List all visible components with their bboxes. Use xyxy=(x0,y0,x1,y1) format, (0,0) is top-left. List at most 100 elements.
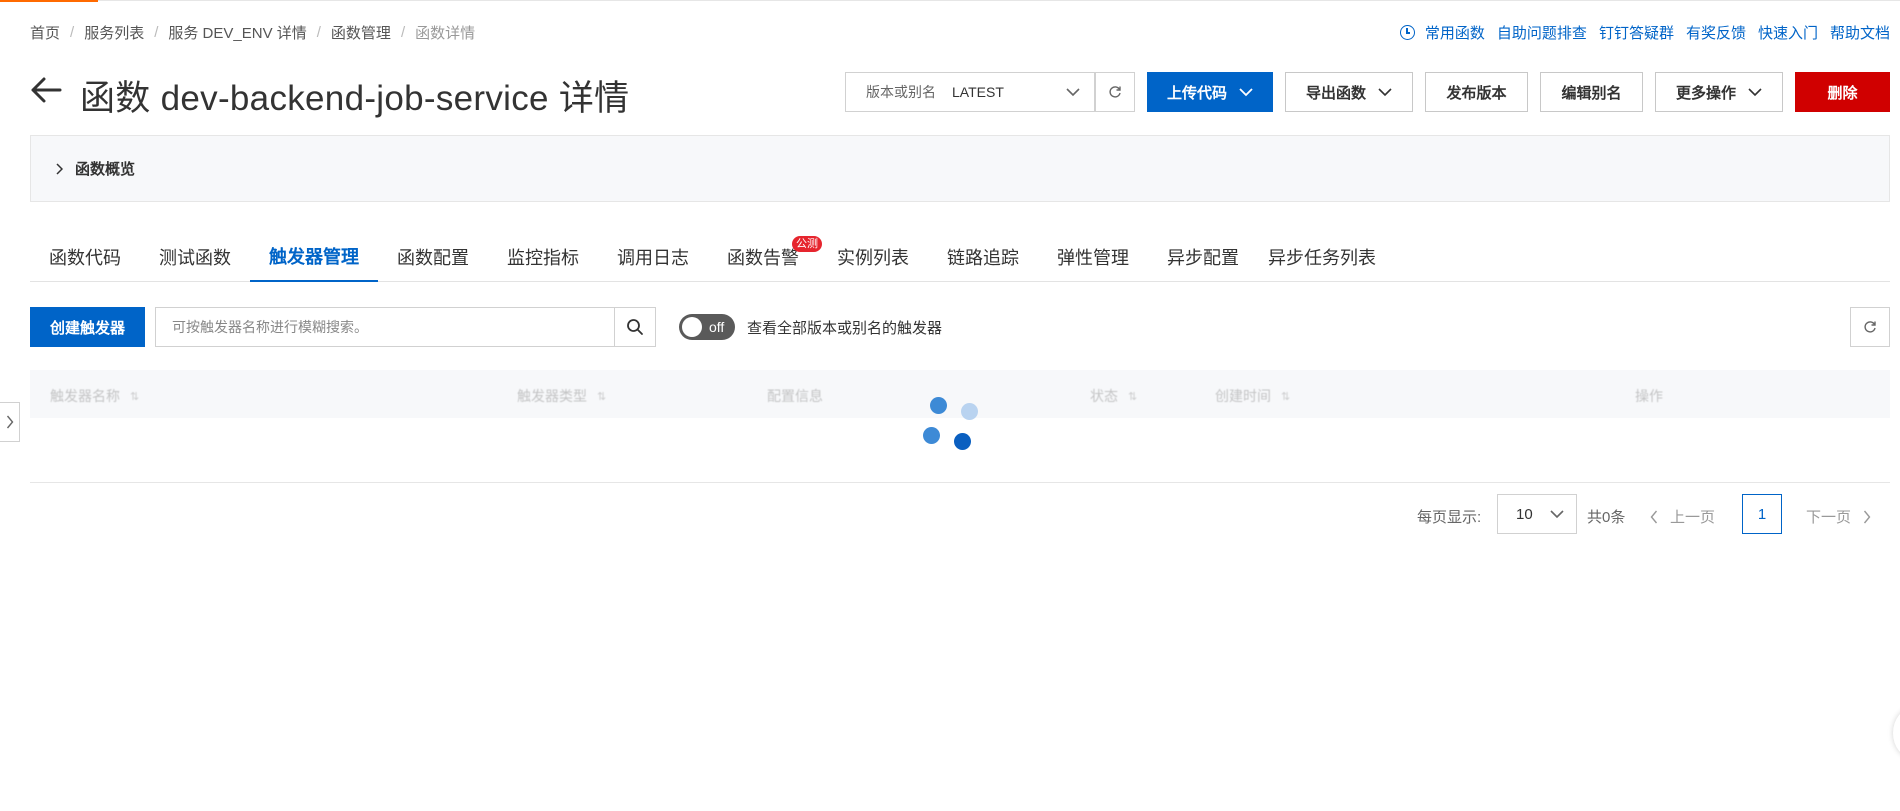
clock-icon xyxy=(1399,25,1415,40)
trigger-search-input[interactable] xyxy=(155,307,615,347)
breadcrumb: 首页 / 服务列表 / 服务 DEV_ENV 详情 / 函数管理 / 函数详情 xyxy=(30,22,475,43)
function-overview-label: 函数概览 xyxy=(75,161,136,178)
tab-monitoring-metrics[interactable]: 监控指标 xyxy=(488,232,598,282)
total-count: 共0条 xyxy=(1587,509,1626,526)
page-number-button[interactable]: 1 xyxy=(1742,494,1782,534)
tab-tracing[interactable]: 链路追踪 xyxy=(928,232,1038,282)
refresh-icon xyxy=(1109,86,1121,98)
search-icon xyxy=(627,319,643,335)
column-label: 配置信息 xyxy=(767,388,823,404)
spinner-dot xyxy=(961,403,978,420)
top-accent-bar xyxy=(0,0,98,2)
chevron-down-icon xyxy=(1066,88,1080,97)
column-trigger-name[interactable]: 触发器名称 ⇅ xyxy=(50,386,139,406)
tab-instance-list[interactable]: 实例列表 xyxy=(818,232,928,282)
export-function-button[interactable]: 导出函数 xyxy=(1285,72,1413,112)
self-troubleshoot-link[interactable]: 自助问题排查 xyxy=(1497,22,1587,43)
toggle-state-text: off xyxy=(709,319,725,335)
breadcrumb-separator: / xyxy=(400,24,406,41)
more-actions-button[interactable]: 更多操作 xyxy=(1655,72,1783,112)
column-created-time[interactable]: 创建时间 ⇅ xyxy=(1215,386,1290,406)
column-config-info: 配置信息 xyxy=(767,386,823,406)
breadcrumb-home[interactable]: 首页 xyxy=(30,22,60,43)
upload-code-button[interactable]: 上传代码 xyxy=(1147,72,1273,112)
column-label: 触发器类型 xyxy=(517,388,587,404)
chevron-down-icon xyxy=(1550,510,1564,519)
tab-bar: 函数代码 测试函数 触发器管理 函数配置 监控指标 调用日志 函数告警 公测 实… xyxy=(30,232,1890,282)
quick-start-link[interactable]: 快速入门 xyxy=(1758,22,1818,43)
column-label: 操作 xyxy=(1635,388,1663,404)
version-select-label: 版本或别名 xyxy=(866,84,936,100)
dingtalk-group-link[interactable]: 钉钉答疑群 xyxy=(1599,22,1674,43)
help-docs-link[interactable]: 帮助文档 xyxy=(1830,22,1890,43)
breadcrumb-function-management[interactable]: 函数管理 xyxy=(331,22,391,43)
prev-page-button[interactable]: 上一页 xyxy=(1650,506,1715,527)
tab-async-config[interactable]: 异步配置 xyxy=(1148,232,1258,282)
common-functions-link[interactable]: 常用函数 xyxy=(1425,22,1485,43)
tab-trigger-management[interactable]: 触发器管理 xyxy=(250,232,378,282)
next-page-label: 下一页 xyxy=(1806,509,1852,526)
help-links-bar: 常用函数 自助问题排查 钉钉答疑群 有奖反馈 快速入门 帮助文档 xyxy=(1399,22,1890,43)
chevron-left-icon xyxy=(1650,510,1658,523)
tab-function-code[interactable]: 函数代码 xyxy=(30,232,140,282)
column-label: 创建时间 xyxy=(1215,388,1271,404)
feedback-link[interactable]: 有奖反馈 xyxy=(1686,22,1746,43)
chevron-right-icon xyxy=(1863,510,1871,523)
per-page-value: 10 xyxy=(1516,505,1533,523)
toggle-knob xyxy=(682,317,702,337)
function-overview-panel[interactable]: 函数概览 xyxy=(30,135,1890,202)
chevron-down-icon xyxy=(1748,88,1762,97)
breadcrumb-separator: / xyxy=(316,24,321,41)
tab-function-config[interactable]: 函数配置 xyxy=(378,232,488,282)
upload-code-label: 上传代码 xyxy=(1166,84,1227,102)
spinner-dot xyxy=(923,427,940,444)
refresh-icon xyxy=(1864,321,1876,333)
spinner-dot xyxy=(954,433,971,450)
version-alias-select[interactable]: 版本或别名 LATEST xyxy=(845,72,1095,112)
tab-test-function[interactable]: 测试函数 xyxy=(140,232,250,282)
loading-spinner xyxy=(923,393,990,453)
tab-async-task-list[interactable]: 异步任务列表 xyxy=(1258,232,1386,282)
edit-alias-button[interactable]: 编辑别名 xyxy=(1540,72,1643,112)
tab-invocation-logs[interactable]: 调用日志 xyxy=(598,232,708,282)
per-page-label: 每页显示: xyxy=(1417,509,1482,526)
tab-elastic-management[interactable]: 弹性管理 xyxy=(1038,232,1148,282)
table-refresh-button[interactable] xyxy=(1850,307,1890,347)
column-label: 触发器名称 xyxy=(50,388,120,404)
version-select-value: LATEST xyxy=(952,84,1004,100)
delete-button[interactable]: 删除 xyxy=(1795,72,1890,112)
floating-assistant-button[interactable] xyxy=(1893,708,1900,758)
publish-version-button[interactable]: 发布版本 xyxy=(1425,72,1528,112)
spinner-dot xyxy=(930,397,947,414)
column-status[interactable]: 状态 ⇅ xyxy=(1090,386,1137,406)
back-arrow-icon[interactable] xyxy=(30,76,62,104)
version-refresh-button[interactable] xyxy=(1095,72,1135,112)
page-title: 函数 dev-backend-job-service 详情 xyxy=(80,79,630,118)
breadcrumb-separator: / xyxy=(154,24,159,41)
chevron-right-icon xyxy=(56,162,63,175)
export-function-label: 导出函数 xyxy=(1305,84,1366,102)
breadcrumb-service-list[interactable]: 服务列表 xyxy=(84,22,144,43)
sort-icon: ⇅ xyxy=(1128,390,1138,403)
chevron-right-icon xyxy=(6,415,13,429)
top-divider xyxy=(98,0,1900,1)
side-panel-toggle[interactable] xyxy=(0,402,20,442)
next-page-button[interactable]: 下一页 xyxy=(1806,506,1871,527)
toggle-label: 查看全部版本或别名的触发器 xyxy=(747,320,943,337)
chevron-down-icon xyxy=(1239,88,1253,97)
sort-icon: ⇅ xyxy=(597,390,607,403)
show-all-versions-toggle[interactable]: off xyxy=(679,314,735,340)
more-actions-label: 更多操作 xyxy=(1675,84,1736,102)
per-page-select[interactable]: 10 xyxy=(1497,494,1577,534)
sort-icon: ⇅ xyxy=(1281,390,1291,403)
search-button[interactable] xyxy=(615,307,656,347)
column-trigger-type[interactable]: 触发器类型 ⇅ xyxy=(517,386,606,406)
breadcrumb-separator: / xyxy=(70,24,75,41)
sort-icon: ⇅ xyxy=(130,390,140,403)
column-label: 状态 xyxy=(1090,388,1118,404)
chevron-down-icon xyxy=(1378,88,1392,97)
create-trigger-button[interactable]: 创建触发器 xyxy=(30,307,145,347)
breadcrumb-current: 函数详情 xyxy=(415,25,476,42)
prev-page-label: 上一页 xyxy=(1670,509,1716,526)
breadcrumb-service-detail[interactable]: 服务 DEV_ENV 详情 xyxy=(168,22,306,43)
